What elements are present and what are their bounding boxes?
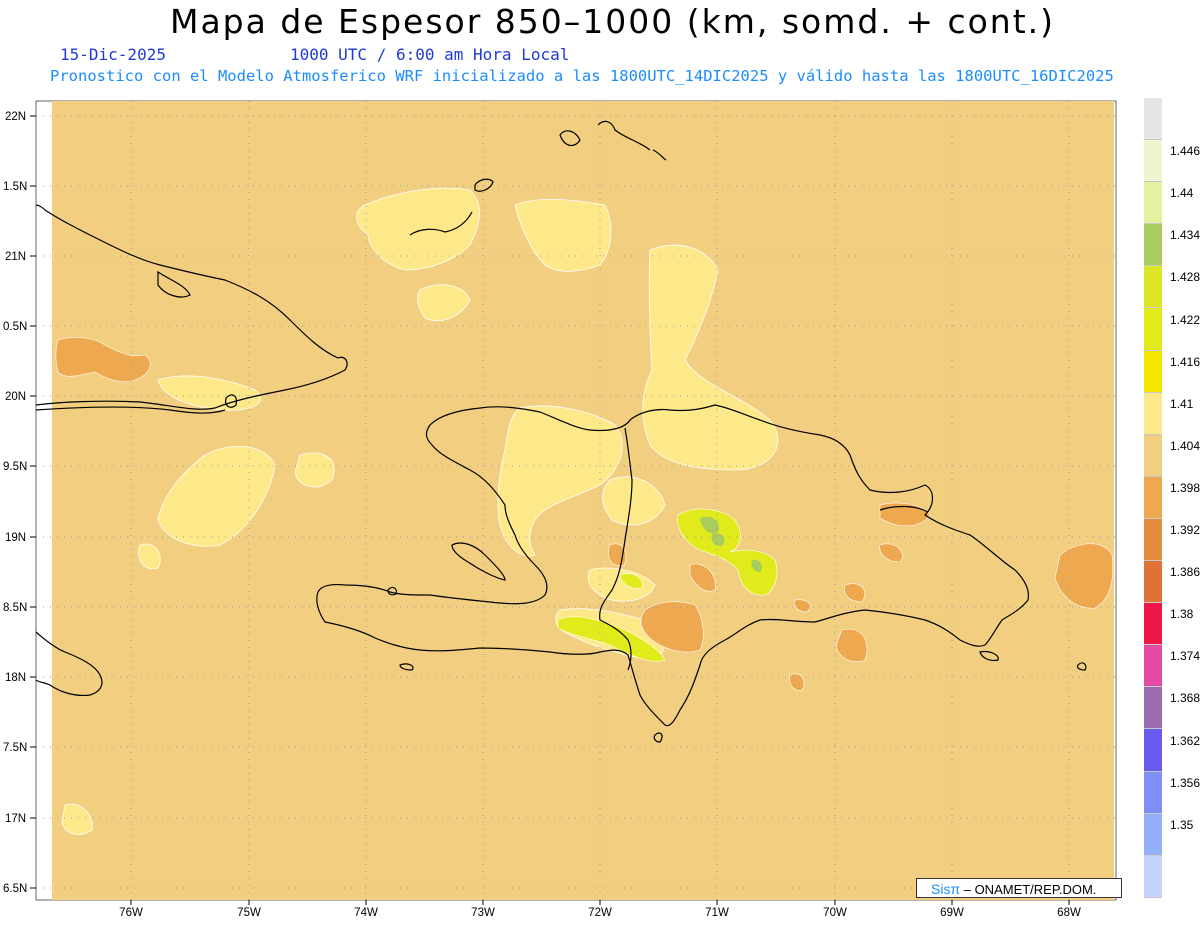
colorbar-label: 1.392 — [1170, 523, 1200, 538]
lon-label: 76W — [119, 907, 143, 919]
colorbar-cell — [1144, 98, 1162, 141]
lon-label: 72W — [588, 907, 612, 919]
thickness-map: 22N 1.5N 21N 0.5N 20N 9.5N 19N 8.5N 18N … — [3, 100, 1117, 919]
colorbar-label: 1.398 — [1170, 480, 1200, 495]
colorbar-cell — [1144, 224, 1162, 267]
lon-label: 69W — [940, 907, 964, 919]
lat-label: 9.5N — [3, 461, 27, 473]
lat-label: 1.5N — [3, 181, 27, 193]
colorbar-label: 1.368 — [1170, 691, 1200, 706]
lat-label: 0.5N — [3, 321, 27, 333]
colorbar-label: 1.44 — [1170, 186, 1194, 201]
colorbar-cell — [1144, 182, 1162, 225]
colorbar-cell — [1144, 476, 1162, 519]
lat-label: 7.5N — [3, 742, 27, 754]
colorbar-cell — [1144, 771, 1162, 814]
colorbar-label: 1.434 — [1170, 228, 1200, 243]
lon-ticks — [130, 900, 1070, 905]
colorbar-label: 1.404 — [1170, 438, 1200, 453]
lon-label: 68W — [1057, 907, 1081, 919]
colorbar-cell — [1144, 140, 1162, 183]
colorbar-cell — [1144, 645, 1162, 688]
lon-label: 70W — [823, 907, 847, 919]
colorbar-cell — [1144, 603, 1162, 646]
colorbar-cell — [1144, 729, 1162, 772]
lat-label: 21N — [5, 251, 26, 263]
colorbar-cell — [1144, 434, 1162, 477]
colorbar-cell — [1144, 813, 1162, 856]
latitude-axis: 22N 1.5N 21N 0.5N 20N 9.5N 19N 8.5N 18N … — [3, 111, 27, 895]
lat-label: 20N — [5, 391, 26, 403]
colorbar-label: 1.374 — [1170, 649, 1200, 664]
lat-label: 8.5N — [3, 602, 27, 614]
lon-label: 74W — [354, 907, 378, 919]
colorbar-cell — [1144, 855, 1162, 898]
lat-ticks — [30, 115, 36, 889]
credit-box: Sisπ – ONAMET/REP.DOM. — [916, 878, 1122, 898]
colorbar-label: 1.416 — [1170, 354, 1200, 369]
colorbar-cell — [1144, 266, 1162, 309]
colorbar-cell — [1144, 350, 1162, 393]
colorbar-cell — [1144, 308, 1162, 351]
colorbar-cell — [1144, 392, 1162, 435]
colorbar-label: 1.38 — [1170, 607, 1194, 622]
colorbar-label: 1.446 — [1170, 144, 1200, 159]
colorbar-cell — [1144, 561, 1162, 604]
lat-label: 17N — [5, 813, 26, 825]
colorbar-label: 1.386 — [1170, 565, 1200, 580]
colorbar — [1144, 98, 1162, 898]
lon-label: 75W — [237, 907, 261, 919]
colorbar-label: 1.362 — [1170, 733, 1200, 748]
lat-label: 22N — [5, 111, 26, 123]
colorbar-label: 1.41 — [1170, 396, 1194, 411]
credit-org: – ONAMET/REP.DOM. — [960, 882, 1097, 897]
colorbar-label: 1.428 — [1170, 270, 1200, 285]
colorbar-label: 1.35 — [1170, 817, 1194, 832]
colorbar-cell — [1144, 518, 1162, 562]
lat-label: 18N — [5, 672, 26, 684]
colorbar-cell — [1144, 687, 1162, 730]
longitude-axis: 76W 75W 74W 73W 72W 71W 70W 69W 68W — [119, 907, 1081, 919]
lat-label: 6.5N — [3, 883, 27, 895]
lon-label: 73W — [471, 907, 495, 919]
colorbar-label: 1.422 — [1170, 312, 1200, 327]
lon-label: 71W — [705, 907, 729, 919]
credit-brand: Sisπ — [931, 881, 961, 897]
lat-label: 19N — [5, 532, 26, 544]
colorbar-label: 1.356 — [1170, 775, 1200, 790]
